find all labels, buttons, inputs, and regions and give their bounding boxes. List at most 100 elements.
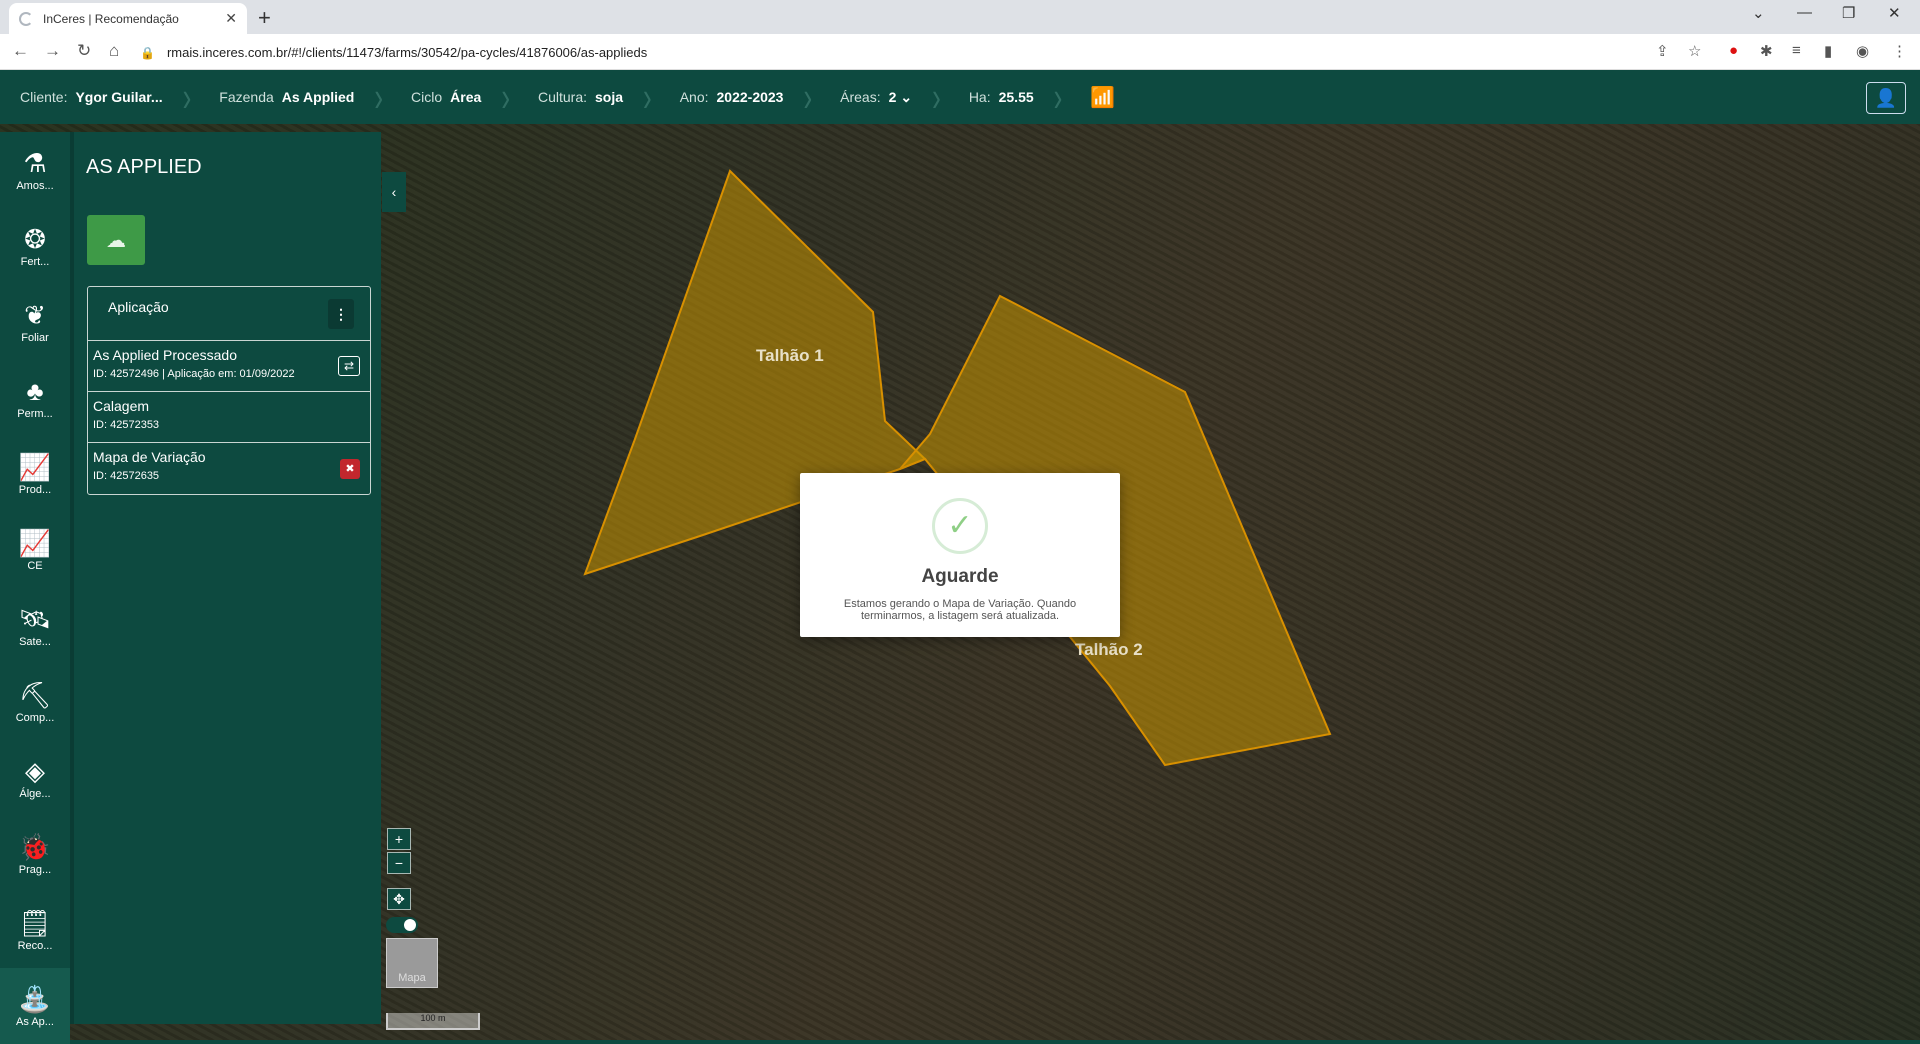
rail-item-as-applied[interactable]: ⛲ As Ap... — [0, 968, 70, 1044]
compaction-icon: ⛏ — [18, 680, 52, 710]
chevron-separator-icon: › — [1053, 72, 1063, 121]
rail-item-satelite[interactable]: 🛰 Sate... — [0, 588, 70, 664]
chevron-down-icon[interactable]: ⌄ — [900, 89, 912, 106]
collapse-panel-button[interactable]: ‹ — [382, 172, 406, 212]
side-panel-icon[interactable]: ▮ — [1824, 42, 1832, 60]
ciclo-label: Ciclo — [411, 89, 443, 105]
chevron-separator-icon: › — [932, 72, 941, 121]
user-menu-button[interactable]: 👤 — [1866, 82, 1906, 114]
crumb-cultura[interactable]: Cultura: soja › — [537, 72, 652, 120]
crumb-ano[interactable]: Ano: 2022-2023 › — [680, 72, 812, 120]
upload-button[interactable]: ☁ — [87, 215, 145, 265]
tab-close-icon[interactable]: ✕ — [225, 10, 237, 27]
modal-message: Estamos gerando o Mapa de Variação. Quan… — [843, 598, 1077, 622]
basemap-switcher[interactable]: Mapa — [386, 938, 438, 988]
crumb-cliente[interactable]: Cliente: Ygor Guilar... › — [20, 72, 191, 120]
rail-label: Sate... — [19, 636, 51, 648]
layer-toggle[interactable] — [386, 917, 418, 933]
field-icon: ♣ — [26, 376, 44, 406]
rail-item-amostragem[interactable]: ⚗ Amos... — [0, 132, 70, 208]
bookmark-star-icon[interactable]: ☆ — [1688, 42, 1701, 60]
address-bar[interactable]: 🔒 rmais.inceres.com.br/#!/clients/11473/… — [140, 40, 1680, 65]
lock-icon[interactable]: 🔒 — [140, 46, 155, 60]
reload-icon[interactable]: ↻ — [77, 41, 91, 61]
success-check-icon: ✓ — [932, 498, 988, 554]
browser-menu-icon[interactable]: ⋮ — [1892, 42, 1907, 60]
tab-search-icon[interactable]: ⌄ — [1752, 4, 1765, 22]
recommendation-icon: 🗒 — [18, 908, 52, 938]
loading-favicon-icon — [19, 11, 33, 26]
app-context-bar: Cliente: Ygor Guilar... › Fazenda As App… — [0, 70, 1920, 124]
restore-icon[interactable]: ❐ — [1842, 4, 1855, 22]
ha-label: Ha: — [968, 89, 991, 105]
rail-label: CE — [27, 560, 43, 572]
new-tab-button[interactable]: + — [258, 5, 271, 31]
crumb-fazenda[interactable]: Fazenda As Applied › — [219, 72, 383, 120]
rail-label: Prod... — [18, 484, 52, 496]
browser-tabstrip: InCeres | Recomendação ✕ + ⌄ — ❐ ✕ — [0, 0, 1920, 34]
rail-item-recomendacao[interactable]: 🗒 Reco... — [0, 892, 70, 968]
map-scale: 100 m — [386, 1013, 480, 1030]
application-list: Aplicação ⋮ As Applied Processado ID: 42… — [87, 286, 371, 495]
modal-title: Aguarde — [921, 566, 999, 587]
satellite-icon: 🛰 — [18, 604, 52, 634]
crumb-areas[interactable]: Áreas: 2 ⌄ › — [840, 72, 941, 120]
basemap-label: Mapa — [398, 972, 426, 984]
rail-item-compactacao[interactable]: ⛏ Comp... — [0, 664, 70, 740]
window-close-icon[interactable]: ✕ — [1888, 4, 1901, 22]
rail-label: Reco... — [17, 940, 53, 952]
zoom-out-button[interactable]: − — [387, 852, 411, 874]
crumb-ciclo[interactable]: Ciclo Área › — [411, 72, 510, 120]
delete-icon[interactable]: ✖ — [340, 459, 360, 479]
cultura-value: soja — [595, 89, 624, 105]
minimize-icon[interactable]: — — [1797, 4, 1812, 21]
field-label-talhao-1: Talhão 1 — [756, 346, 824, 365]
soil-sample-icon: ⚗ — [23, 148, 47, 178]
extensions-icon[interactable]: ✱ — [1760, 42, 1773, 60]
chevron-separator-icon: › — [803, 72, 813, 121]
item-sub: ID: 42572353 — [93, 419, 160, 431]
chevron-left-icon: ‹ — [391, 184, 397, 200]
user-icon: 👤 — [1874, 87, 1898, 108]
more-options-icon[interactable]: ⋮ — [328, 299, 354, 329]
url-text[interactable]: rmais.inceres.com.br/#!/clients/11473/fa… — [167, 45, 647, 60]
leaf-icon: ❦ — [24, 300, 46, 330]
profile-avatar-icon[interactable]: ◉ — [1856, 42, 1869, 60]
rail-item-pragas[interactable]: 🐞 Prag... — [0, 816, 70, 892]
ce-chart-icon: 📈 — [18, 528, 52, 558]
pan-move-icon[interactable]: ✥ — [387, 888, 411, 910]
rail-item-produtividade[interactable]: 📈 Prod... — [0, 436, 70, 512]
rail-item-algebra[interactable]: ◈ Álge... — [0, 740, 70, 816]
rail-item-ce[interactable]: 📈 CE — [0, 512, 70, 588]
rail-item-fertilidade[interactable]: ❂ Fert... — [0, 208, 70, 284]
cultura-label: Cultura: — [537, 89, 588, 105]
rail-item-permanente[interactable]: ♣ Perm... — [0, 360, 70, 436]
fazenda-value: As Applied — [281, 89, 355, 105]
list-item[interactable]: Calagem ID: 42572353 — [88, 392, 370, 443]
swap-icon[interactable]: ⇄ — [338, 356, 360, 376]
opera-extension-icon[interactable]: ● — [1729, 42, 1738, 59]
item-name: As Applied Processado — [93, 347, 237, 363]
share-icon[interactable]: ⇪ — [1656, 42, 1669, 60]
panel-title: AS APPLIED — [86, 156, 202, 178]
reading-list-icon[interactable]: ≡ — [1792, 42, 1801, 59]
list-item[interactable]: As Applied Processado ID: 42572496 | Apl… — [88, 341, 370, 392]
fazenda-label: Fazenda — [219, 89, 274, 105]
field-label-talhao-2: Talhão 2 — [1075, 640, 1143, 659]
forward-icon[interactable]: → — [44, 41, 61, 61]
rail-label: Álge... — [19, 788, 51, 800]
list-header-label: Aplicação — [108, 299, 169, 315]
item-name: Mapa de Variação — [93, 449, 206, 465]
module-rail: ⚗ Amos... ❂ Fert... ❦ Foliar ♣ Perm... 📈 Prod… — [0, 132, 70, 1044]
chevron-separator-icon: › — [501, 72, 510, 121]
wifi-online-icon: 📶 — [1090, 86, 1116, 109]
list-item[interactable]: Mapa de Variação ID: 42572635 ✖ — [88, 443, 370, 494]
zoom-in-button[interactable]: + — [387, 828, 411, 850]
back-icon[interactable]: ← — [12, 41, 29, 61]
ciclo-value: Área — [450, 89, 482, 105]
sprayer-icon: ⛲ — [18, 984, 52, 1014]
rail-item-foliar[interactable]: ❦ Foliar — [0, 284, 70, 360]
areas-label: Áreas: — [840, 89, 881, 105]
home-icon[interactable]: ⌂ — [109, 41, 119, 61]
browser-tab[interactable]: InCeres | Recomendação ✕ — [9, 3, 247, 34]
